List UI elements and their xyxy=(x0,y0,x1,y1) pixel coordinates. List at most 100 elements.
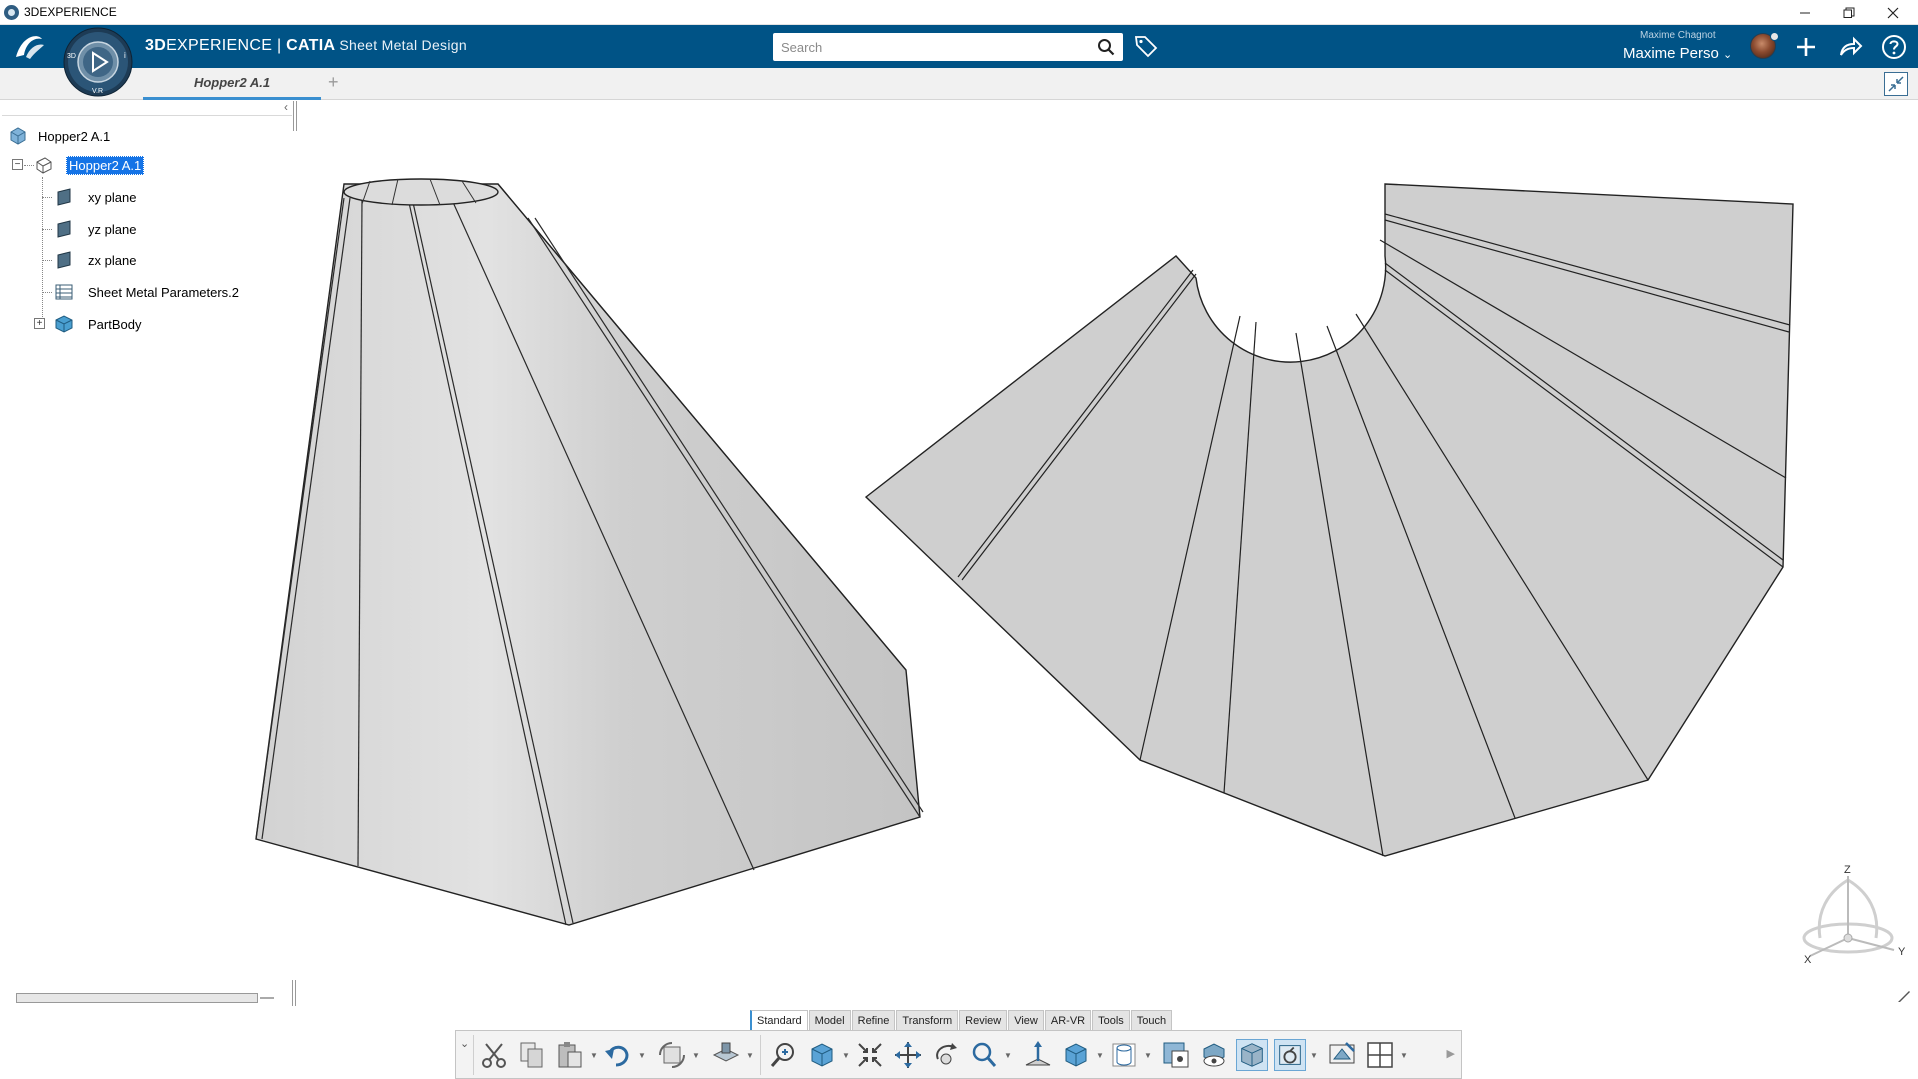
add-icon[interactable] xyxy=(1792,33,1820,61)
robot-icon[interactable] xyxy=(1896,988,1912,1004)
zoom-area-icon[interactable] xyxy=(768,1039,800,1071)
tree-item-xy-plane[interactable]: xy plane xyxy=(54,185,136,209)
tree-splitter[interactable] xyxy=(293,101,297,131)
expand-node-toggle[interactable]: + xyxy=(34,318,45,329)
paste-icon[interactable] xyxy=(554,1039,586,1071)
tab-hopper2[interactable]: Hopper2 A.1 xyxy=(143,68,321,100)
hide-show-icon[interactable] xyxy=(1160,1039,1192,1071)
rotate-icon[interactable] xyxy=(930,1039,962,1071)
hopper-3d-model[interactable] xyxy=(255,178,924,926)
orientation-triad[interactable]: Z X Y xyxy=(1790,862,1910,972)
action-bar-separator xyxy=(760,1035,761,1075)
compass-vr-label: V.R xyxy=(92,88,103,95)
search-box[interactable] xyxy=(773,33,1123,61)
section-ar-vr[interactable]: AR-VR xyxy=(1044,1010,1092,1030)
document-tab-row: Hopper2 A.1 + xyxy=(0,68,1918,100)
search-icon[interactable] xyxy=(1097,38,1115,56)
update-icon[interactable] xyxy=(656,1039,688,1071)
snap-icon[interactable] xyxy=(710,1039,742,1071)
tree-collapse-bar[interactable]: ‹ xyxy=(2,100,292,116)
shading-dropdown-icon[interactable]: ▼ xyxy=(1144,1051,1152,1060)
share-icon[interactable] xyxy=(1836,33,1864,61)
user-full-name: Maxime Chagnot xyxy=(1640,30,1716,41)
full-screen-button[interactable] xyxy=(1884,72,1908,96)
section-transform[interactable]: Transform xyxy=(896,1010,959,1030)
part-icon xyxy=(36,157,52,174)
tree-connector xyxy=(42,197,52,198)
collapse-panel-icon[interactable]: ‹ xyxy=(284,100,288,114)
section-standard[interactable]: Standard xyxy=(750,1010,808,1030)
tree-item-label: yz plane xyxy=(88,221,137,237)
pan-fit-icon[interactable] xyxy=(854,1039,886,1071)
action-bar-sections: Standard Model Refine Transform Review V… xyxy=(750,1010,1173,1030)
tree-horizontal-scrollbar[interactable] xyxy=(16,993,258,1003)
display-mode-icon[interactable] xyxy=(1326,1039,1358,1071)
copy-icon[interactable] xyxy=(516,1039,548,1071)
tree-connector-vertical xyxy=(42,177,43,327)
app-icon xyxy=(4,5,19,20)
notification-dot xyxy=(1770,32,1779,41)
plane-icon xyxy=(57,251,71,269)
shading-icon[interactable] xyxy=(1108,1039,1140,1071)
minimize-button[interactable] xyxy=(1782,0,1828,25)
tree-item-sheet-metal-parameters[interactable]: Sheet Metal Parameters.2 xyxy=(54,280,239,304)
cut-icon[interactable] xyxy=(478,1039,510,1071)
flat-pattern-model[interactable] xyxy=(864,183,1794,857)
collapse-action-bar-icon[interactable]: ⌄ xyxy=(460,1037,469,1050)
section-view[interactable]: View xyxy=(1008,1010,1044,1030)
undo-icon[interactable] xyxy=(602,1039,634,1071)
layout-icon[interactable] xyxy=(1364,1039,1396,1071)
view-dropdown-icon[interactable]: ▼ xyxy=(1096,1051,1104,1060)
fit-dropdown-icon[interactable]: ▼ xyxy=(842,1051,850,1060)
dassault-logo-icon[interactable] xyxy=(12,31,48,63)
undo-dropdown-icon[interactable]: ▼ xyxy=(638,1051,646,1060)
compass-widget[interactable]: 3D V.R i xyxy=(60,27,136,97)
tree-item-yz-plane[interactable]: yz plane xyxy=(54,217,136,241)
section-model[interactable]: Model xyxy=(808,1010,851,1030)
section-touch[interactable]: Touch xyxy=(1130,1010,1173,1030)
activity-dropdown-icon[interactable]: ▼ xyxy=(1310,1051,1318,1060)
zoom-dropdown-icon[interactable]: ▼ xyxy=(1004,1051,1012,1060)
plane-icon xyxy=(57,188,71,206)
restore-icon xyxy=(1843,7,1855,18)
pan-icon[interactable] xyxy=(892,1039,924,1071)
close-window-button[interactable] xyxy=(1870,0,1916,25)
update-dropdown-icon[interactable]: ▼ xyxy=(692,1051,700,1060)
paste-dropdown-icon[interactable]: ▼ xyxy=(590,1051,598,1060)
tree-item-partbody[interactable]: PartBody xyxy=(54,312,141,336)
section-refine[interactable]: Refine xyxy=(851,1010,896,1030)
swap-visible-icon[interactable] xyxy=(1198,1039,1230,1071)
render-icon[interactable] xyxy=(1236,1039,1268,1071)
restore-window-button[interactable] xyxy=(1826,0,1872,25)
view-cube-icon[interactable] xyxy=(1060,1039,1092,1071)
collapse-node-toggle[interactable]: − xyxy=(12,159,23,170)
tree-connector xyxy=(42,260,52,261)
tree-root[interactable]: Hopper2 A.1 xyxy=(8,124,110,148)
chevron-down-icon: ⌄ xyxy=(1723,49,1733,61)
zoom-icon[interactable] xyxy=(968,1039,1000,1071)
tree-part-node[interactable]: Hopper2 A.1 xyxy=(34,153,145,177)
tree-item-label: zx plane xyxy=(88,252,137,268)
layout-dropdown-icon[interactable]: ▼ xyxy=(1400,1051,1408,1060)
search-input[interactable] xyxy=(781,38,1081,56)
tag-icon[interactable] xyxy=(1133,33,1159,59)
tree-connector xyxy=(42,292,52,293)
section-tools[interactable]: Tools xyxy=(1092,1010,1130,1030)
snap-dropdown-icon[interactable]: ▼ xyxy=(746,1051,754,1060)
activity-icon[interactable] xyxy=(1274,1039,1306,1071)
user-menu[interactable]: Maxime Perso ⌄ xyxy=(1623,45,1732,62)
section-review[interactable]: Review xyxy=(959,1010,1008,1030)
body-icon xyxy=(55,315,73,333)
normal-view-icon[interactable] xyxy=(1022,1039,1054,1071)
panel-splitter[interactable] xyxy=(292,980,296,1006)
collapse-arrows-icon xyxy=(1888,76,1904,92)
x-axis-label: X xyxy=(1804,954,1812,966)
more-tools-icon[interactable]: ▶ xyxy=(1447,1047,1455,1060)
add-tab-button[interactable]: + xyxy=(328,72,339,93)
compass-3d-label: 3D xyxy=(67,53,76,60)
help-icon[interactable] xyxy=(1880,33,1908,61)
app-window: 3DEXPERIENCE 3DEXPERIENCE | CATIA Sheet M… xyxy=(0,0,1918,1079)
tree-item-zx-plane[interactable]: zx plane xyxy=(54,248,136,272)
scrollbar-button[interactable] xyxy=(260,997,274,999)
fit-all-icon[interactable] xyxy=(806,1039,838,1071)
